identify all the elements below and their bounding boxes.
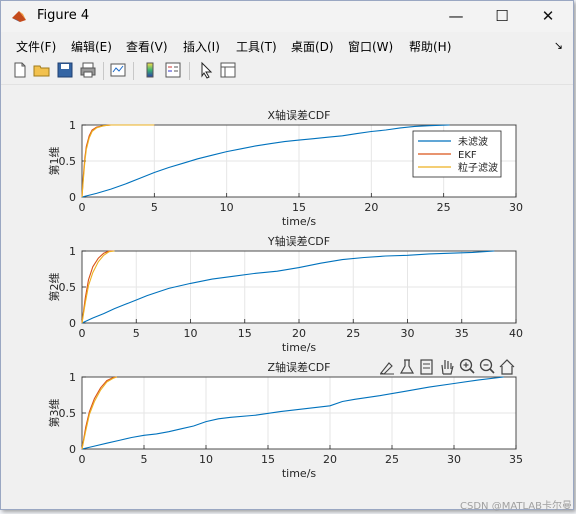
x-tick-label: 35 (509, 453, 523, 466)
x-axis-label: time/s (282, 215, 317, 228)
x-tick-label: 15 (261, 453, 275, 466)
data-tips-icon[interactable] (399, 359, 415, 374)
title-bar[interactable]: Figure 4 — ☐ ✕ (1, 1, 573, 32)
menu-tools[interactable]: 工具(T) (236, 38, 277, 55)
insert-legend-icon[interactable] (164, 61, 182, 79)
pan-hand-icon[interactable] (441, 360, 454, 375)
legend-label: 粒子滤波 (458, 161, 498, 174)
home-icon[interactable] (499, 359, 515, 375)
x-tick-label: 25 (437, 201, 451, 214)
x-tick-label: 35 (455, 327, 469, 340)
legend-label: 未滤波 (458, 135, 488, 148)
x-tick-label: 10 (184, 327, 198, 340)
print-icon[interactable] (79, 61, 97, 79)
x-tick-label: 20 (323, 453, 337, 466)
y-tick-label: 0.5 (59, 407, 77, 420)
x-tick-label: 30 (447, 453, 461, 466)
restore-view-icon[interactable] (420, 359, 433, 375)
y-tick-label: 0 (69, 443, 76, 456)
x-tick-label: 30 (401, 327, 415, 340)
menu-desktop[interactable]: 桌面(D) (291, 38, 334, 55)
menu-view[interactable]: 查看(V) (126, 38, 168, 55)
x-tick-label: 5 (151, 201, 158, 214)
toolbar-separator (103, 62, 104, 80)
menu-help[interactable]: 帮助(H) (409, 38, 451, 55)
figure-window: Figure 4 — ☐ ✕ 文件(F) 编辑(E) 查看(V) 插入(I) 工… (0, 0, 574, 510)
y-tick-label: 0 (69, 191, 76, 204)
new-figure-icon[interactable] (11, 61, 29, 79)
link-plot-icon[interactable] (109, 61, 127, 79)
y-axis-label: 第2维 (47, 273, 61, 302)
dock-arrow-icon[interactable]: ↘ (554, 39, 563, 52)
figure-plots: 0 5 10 15 20 25 3000.51X轴误差CDFtime/s第1维未滤波EKF粒… (47, 108, 523, 480)
legend-label: EKF (458, 150, 477, 161)
save-icon[interactable] (56, 61, 74, 79)
watermark-text: CSDN @MATLAB卡尔曼 (460, 501, 572, 512)
open-file-icon[interactable] (33, 61, 51, 79)
y-tick-label: 1 (69, 371, 76, 384)
x-tick-label: 25 (385, 453, 399, 466)
zoom-out-icon[interactable] (479, 358, 495, 374)
y-tick-label: 0.5 (59, 281, 77, 294)
y-tick-label: 1 (69, 245, 76, 258)
window-title: Figure 4 (37, 8, 90, 23)
x-tick-label: 40 (509, 327, 523, 340)
axes-title: Z轴误差CDF (267, 360, 330, 374)
minimize-button[interactable]: — (433, 1, 479, 32)
close-button[interactable]: ✕ (525, 1, 571, 32)
x-tick-label: 0 (79, 201, 86, 214)
toolbar-separator (189, 62, 190, 80)
menu-insert[interactable]: 插入(I) (183, 38, 220, 55)
x-tick-label: 20 (364, 201, 378, 214)
axes-title: Y轴误差CDF (267, 234, 330, 248)
y-tick-label: 0 (69, 317, 76, 330)
x-tick-label: 10 (199, 453, 213, 466)
x-tick-label: 0 (79, 453, 86, 466)
y-tick-label: 0.5 (59, 155, 77, 168)
menu-bar: 文件(F) 编辑(E) 查看(V) 插入(I) 工具(T) 桌面(D) 窗口(W… (1, 33, 573, 57)
matlab-logo-icon (12, 11, 26, 22)
x-tick-label: 15 (238, 327, 252, 340)
x-tick-label: 5 (141, 453, 148, 466)
brush-icon[interactable] (380, 362, 394, 375)
toolbar-separator (133, 62, 134, 80)
y-axis-label: 第1维 (47, 147, 61, 176)
x-axis-label: time/s (282, 341, 317, 354)
x-tick-label: 0 (79, 327, 86, 340)
menu-window[interactable]: 窗口(W) (348, 38, 393, 55)
x-tick-label: 20 (292, 327, 306, 340)
x-tick-label: 30 (509, 201, 523, 214)
figure-canvas[interactable]: 0 5 10 15 20 25 30 0 0.5 1 X轴误差CDF time/s 第1维 未滤波 EKF 粒… (1, 85, 573, 509)
insert-colorbar-icon[interactable] (141, 61, 159, 79)
edit-plot-arrow-icon[interactable] (197, 61, 215, 79)
x-tick-label: 25 (346, 327, 360, 340)
x-tick-label: 5 (133, 327, 140, 340)
property-inspector-icon[interactable] (219, 61, 237, 79)
maximize-button[interactable]: ☐ (479, 1, 525, 32)
menu-edit[interactable]: 编辑(E) (71, 38, 112, 55)
menu-file[interactable]: 文件(F) (16, 38, 56, 55)
y-tick-label: 1 (69, 119, 76, 132)
x-tick-label: 15 (292, 201, 306, 214)
zoom-in-icon[interactable] (459, 358, 475, 374)
axes-title: X轴误差CDF (267, 108, 330, 122)
x-tick-label: 10 (220, 201, 234, 214)
toolbar (1, 58, 573, 85)
y-axis-label: 第3维 (47, 399, 61, 428)
x-axis-label: time/s (282, 467, 317, 480)
